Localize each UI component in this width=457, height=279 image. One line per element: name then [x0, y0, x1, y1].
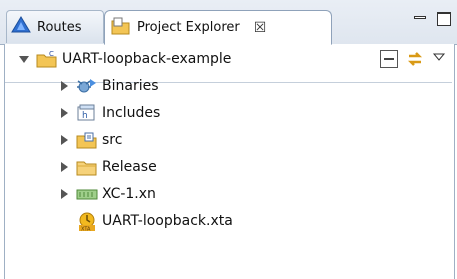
collapsed-twisty-icon[interactable] [58, 134, 70, 146]
collapsed-twisty-icon[interactable] [58, 80, 70, 92]
tree-item[interactable]: Binaries [58, 75, 159, 97]
tab-project-explorer-label: Project Explorer [137, 20, 240, 35]
tree-item[interactable]: Release [58, 156, 157, 178]
tree-item-label: XC-1.xn [102, 186, 156, 202]
tab-routes-label: Routes [37, 19, 82, 35]
project-explorer-icon [111, 17, 131, 39]
tree-item-label: Binaries [102, 78, 159, 94]
tree-item-label: Includes [102, 105, 161, 121]
close-tab-icon[interactable]: ☒ [254, 20, 267, 36]
tree-item[interactable]: XTA UART-loopback.xta [70, 210, 233, 232]
view-toolbar [380, 50, 450, 68]
expanded-twisty-icon[interactable] [18, 53, 30, 65]
tree-item[interactable]: src [58, 129, 122, 151]
xta-file-icon: XTA [76, 212, 96, 233]
tab-project-explorer[interactable]: Project Explorer ☒ [104, 10, 332, 45]
tree-item-label: src [102, 132, 123, 148]
includes-icon: h [76, 104, 96, 122]
link-with-editor-icon[interactable] [406, 50, 424, 68]
project-folder-icon: C [36, 50, 57, 68]
svg-text:C: C [49, 50, 54, 58]
tree-root-item[interactable]: C UART-loopback-example [18, 48, 231, 70]
xn-file-icon [76, 185, 98, 203]
collapsed-twisty-icon[interactable] [58, 188, 70, 200]
tree-item[interactable]: h Includes [58, 102, 160, 124]
tab-routes[interactable]: Routes [6, 10, 104, 43]
svg-text:XTA: XTA [81, 227, 91, 233]
tree-item-label: Release [102, 159, 157, 175]
svg-text:h: h [82, 111, 88, 121]
view-menu-icon[interactable] [432, 50, 450, 68]
tab-bar: Routes Project Explorer ☒ [0, 0, 457, 45]
collapsed-twisty-icon[interactable] [58, 107, 70, 119]
maximize-icon[interactable] [437, 12, 451, 26]
tree-root-label: UART-loopback-example [62, 51, 232, 67]
source-folder-icon [76, 131, 97, 149]
tree-item[interactable]: XC-1.xn [58, 183, 156, 205]
minimize-icon[interactable] [413, 12, 427, 26]
collapsed-twisty-icon[interactable] [58, 161, 70, 173]
tree-item-label: UART-loopback.xta [102, 213, 233, 229]
binaries-icon [76, 77, 96, 95]
routes-icon [11, 16, 31, 38]
collapse-all-icon[interactable] [380, 50, 398, 68]
folder-icon [76, 158, 97, 176]
